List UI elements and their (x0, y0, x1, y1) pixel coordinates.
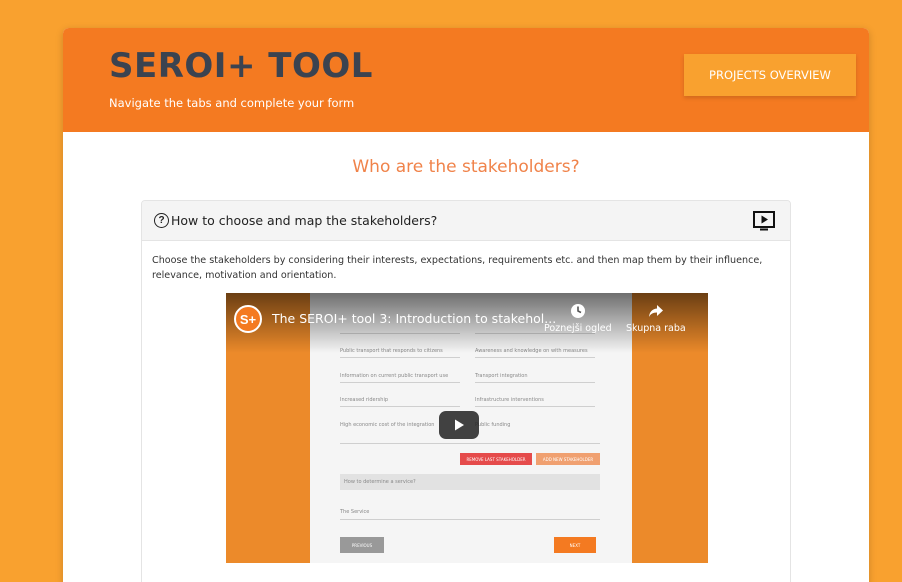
frame-line (475, 406, 595, 407)
help-panel: ? How to choose and map the stakeholders… (141, 200, 791, 582)
help-panel-text: Choose the stakeholders by considering t… (152, 255, 763, 281)
frame-field: Increased ridership (340, 397, 389, 403)
frame-line (475, 357, 595, 358)
frame-remove-button: REMOVE LAST STAKEHOLDER (460, 453, 532, 465)
watch-later-button[interactable]: Poznejši ogled (544, 303, 612, 334)
frame-field: High economic cost of the integration (340, 422, 435, 428)
question-circle-icon: ? (154, 213, 169, 228)
frame-field: Public funding (475, 422, 511, 428)
frame-line (340, 519, 600, 520)
frame-service-label: The Service (340, 509, 370, 515)
projects-overview-button[interactable]: PROJECTS OVERVIEW (684, 54, 856, 96)
section-question: Who are the stakeholders? (352, 157, 580, 177)
share-arrow-icon (648, 305, 663, 317)
frame-line (475, 382, 595, 383)
frame-previous-button: PREVIOUS (340, 537, 384, 553)
frame-line (340, 406, 460, 407)
frame-line (340, 382, 460, 383)
video-play-icon[interactable] (752, 211, 776, 231)
app-subtitle: Navigate the tabs and complete your form (109, 96, 355, 110)
frame-field: Information on current public transport … (340, 373, 449, 379)
clock-icon (570, 304, 585, 318)
app-header: SEROI+ TOOL Navigate the tabs and comple… (63, 28, 869, 132)
frame-line (340, 443, 600, 444)
video-title[interactable]: The SEROI+ tool 3: Introduction to stake… (272, 311, 556, 326)
share-button[interactable]: Skupna raba (626, 303, 686, 334)
frame-line (340, 357, 460, 358)
youtube-play-icon[interactable] (439, 411, 479, 439)
share-label: Skupna raba (626, 323, 686, 334)
app-title: SEROI+ TOOL (109, 46, 373, 86)
frame-add-button: ADD NEW STAKEHOLDER (536, 453, 600, 465)
video-player[interactable]: Public transport that responds to citize… (226, 293, 708, 563)
watch-later-label: Poznejši ogled (544, 323, 612, 334)
help-panel-title: How to choose and map the stakeholders? (171, 213, 438, 228)
help-panel-header[interactable]: ? How to choose and map the stakeholders… (142, 201, 790, 241)
channel-logo[interactable]: S+ (234, 305, 262, 333)
main-card: SEROI+ TOOL Navigate the tabs and comple… (63, 28, 869, 582)
frame-field: Infrastructure interventions (475, 397, 544, 403)
frame-next-question: How to determine a service? (340, 474, 600, 490)
frame-next-button: NEXT (554, 537, 596, 553)
frame-field: Transport integration (475, 373, 528, 379)
